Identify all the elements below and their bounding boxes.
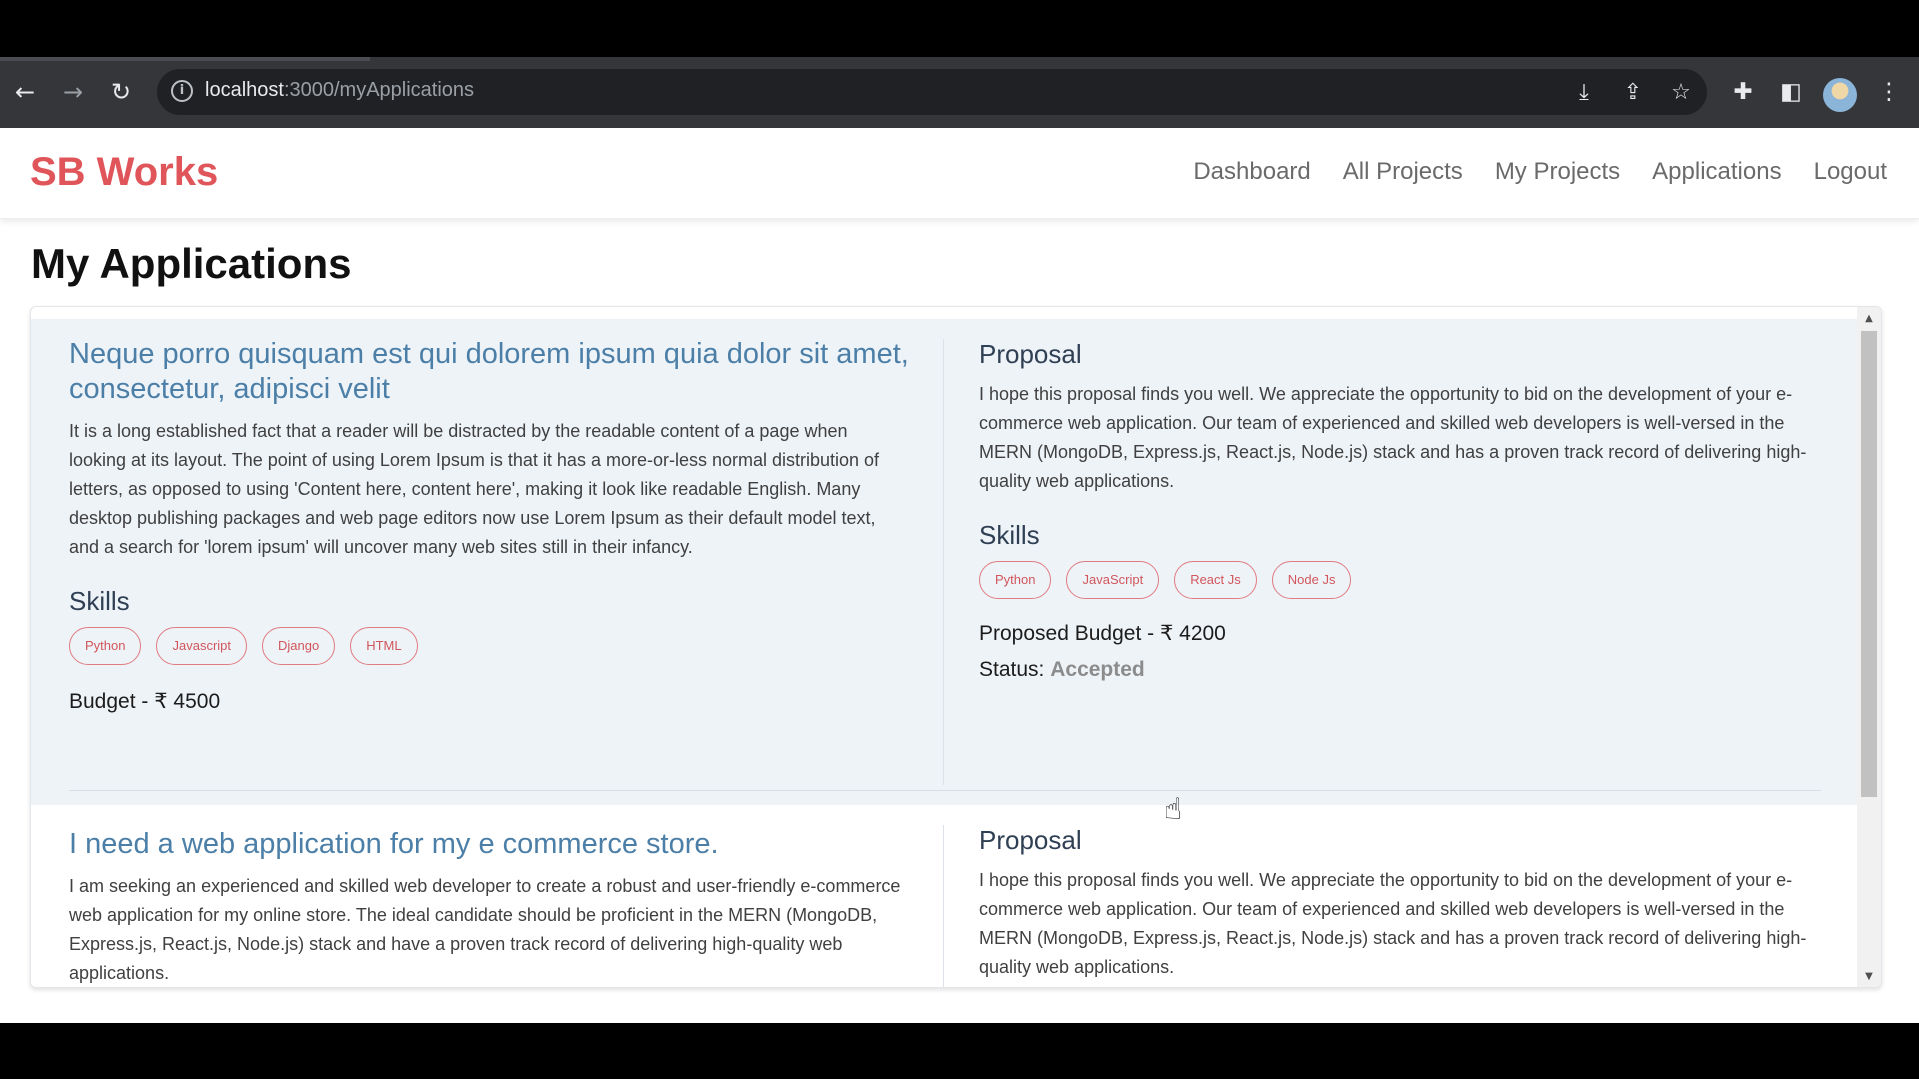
project-details: Neque porro quisquam est qui dolorem ips… [69,337,909,714]
proposed-budget: Proposed Budget - ₹ 4200 [979,622,1226,645]
applications-list[interactable]: Neque porro quisquam est qui dolorem ips… [30,306,1882,988]
application-status: Status: Accepted [979,658,1829,682]
proposal-text: I hope this proposal finds you well. We … [979,384,1807,491]
application-card: I need a web application for my e commer… [31,805,1859,987]
page-title: My Applications [31,240,352,287]
project-skills: Python Javascript Django HTML [69,627,909,665]
profile-avatar[interactable] [1823,78,1857,112]
proposal-skills: Python JavaScript React Js Node Js [979,561,1829,599]
project-skills-heading: Skills [69,586,130,616]
side-panel-icon[interactable]: ◧ [1774,75,1808,109]
nav-logout[interactable]: Logout [1814,158,1887,186]
address-url[interactable]: localhost:3000/myApplications [205,79,474,102]
proposal-text: I hope this proposal finds you well. We … [979,870,1807,977]
skill-chip: Javascript [156,627,248,665]
hand-cursor-icon: ☝ [1164,792,1183,827]
info-icon[interactable]: i [171,80,193,102]
column-divider [943,825,944,987]
skill-chip: JavaScript [1066,561,1160,599]
screen-bottom-bar [0,1023,1919,1079]
scroll-down-arrow-icon[interactable]: ▼ [1857,967,1881,987]
nav-applications[interactable]: Applications [1652,158,1781,186]
back-icon[interactable]: ← [6,73,44,111]
application-card: Neque porro quisquam est qui dolorem ips… [31,319,1859,805]
project-budget: Budget - ₹ 4500 [69,690,221,713]
extensions-icon[interactable]: ✚ [1726,75,1760,109]
web-page: SB Works Dashboard All Projects My Proje… [0,128,1919,1023]
address-bar[interactable]: i localhost:3000/myApplications ⤓ ⇪ ☆ [157,69,1707,115]
proposal-skills-heading: Skills [979,520,1040,550]
nav-dashboard[interactable]: Dashboard [1193,158,1310,186]
forward-icon[interactable]: → [54,73,92,111]
status-label: Status: [979,658,1045,681]
tab-strip-edge [0,57,370,61]
skill-chip: HTML [350,627,418,665]
share-icon[interactable]: ⇪ [1619,79,1647,107]
applications-scroll-area[interactable]: Neque porro quisquam est qui dolorem ips… [31,307,1859,987]
status-value: Accepted [1050,658,1145,681]
skill-chip: Python [69,627,142,665]
skill-chip: Django [262,627,336,665]
proposal-heading: Proposal [979,825,1082,855]
nav-all-projects[interactable]: All Projects [1343,158,1463,186]
browser-toolbar: ← → ↻ i localhost:3000/myApplications ⤓ … [0,57,1919,128]
project-description: I am seeking an experienced and skilled … [69,876,901,983]
reload-icon[interactable]: ↻ [102,73,140,111]
project-details: I need a web application for my e commer… [69,827,909,987]
list-scrollbar[interactable]: ▲ ▼ [1857,307,1881,987]
nav-my-projects[interactable]: My Projects [1495,158,1620,186]
proposal-heading: Proposal [979,339,1082,369]
install-icon[interactable]: ⤓ [1570,79,1598,107]
proposal-details: Proposal I hope this proposal finds you … [979,825,1829,982]
bookmark-star-icon[interactable]: ☆ [1667,79,1695,107]
scrollbar-thumb[interactable] [1861,331,1877,797]
project-title: Neque porro quisquam est qui dolorem ips… [69,338,909,405]
skill-chip: Python [979,561,1052,599]
menu-icon[interactable]: ⋮ [1872,75,1906,109]
skill-chip: Node Js [1271,561,1352,599]
card-divider [69,790,1821,791]
project-title: I need a web application for my e commer… [69,828,719,860]
proposal-details: Proposal I hope this proposal finds you … [979,339,1829,682]
nav-links: Dashboard All Projects My Projects Appli… [1193,158,1887,186]
screen-top-bar [0,0,1919,57]
column-divider [943,339,944,785]
brand-logo[interactable]: SB Works [30,150,218,195]
skill-chip: React Js [1174,561,1257,599]
app-navbar: SB Works Dashboard All Projects My Proje… [0,128,1919,219]
scroll-up-arrow-icon[interactable]: ▲ [1857,309,1881,329]
project-description: It is a long established fact that a rea… [69,421,880,557]
